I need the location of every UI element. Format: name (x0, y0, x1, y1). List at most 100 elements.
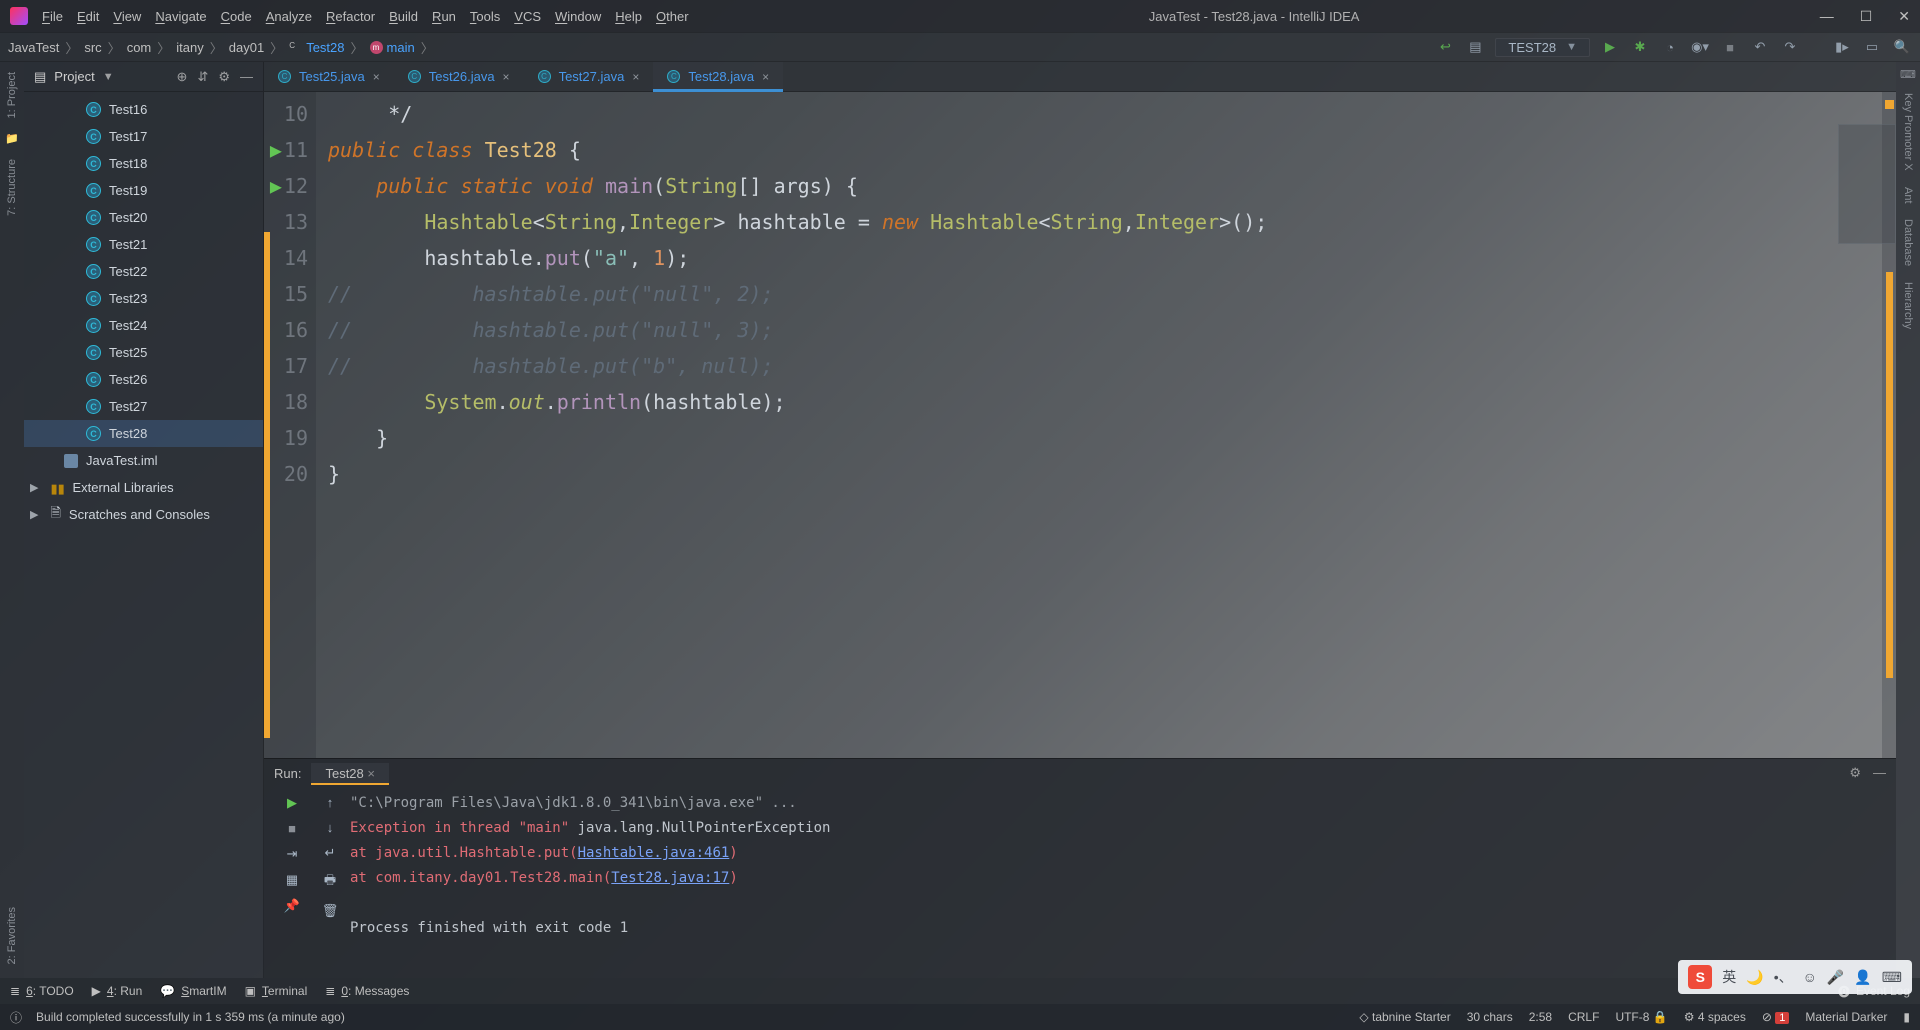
expander-icon[interactable]: ▶ (30, 508, 38, 521)
gutter-line[interactable]: 13 (268, 204, 308, 240)
gutter-line[interactable]: 18 (268, 384, 308, 420)
run-settings-icon[interactable]: ⚙ (1849, 765, 1861, 781)
close-tab-icon[interactable]: × (503, 70, 510, 84)
gutter-line[interactable]: 10 (268, 96, 308, 132)
tree-item[interactable]: CTest27 (24, 393, 263, 420)
breadcrumb-item[interactable]: src (84, 40, 101, 55)
status-position[interactable]: 2:58 (1529, 1010, 1552, 1024)
status-theme[interactable]: Material Darker (1805, 1010, 1887, 1024)
run-toolbar-left[interactable]: ▶ ■ ⇥ ▦ 📌 (264, 787, 320, 978)
tree-item[interactable]: CTest23 (24, 285, 263, 312)
status-memory-icon[interactable]: ▮ (1903, 1010, 1910, 1024)
bottom-tool-button[interactable]: ▶4: Run (92, 984, 143, 998)
code-line[interactable]: Hashtable<String,Integer> hashtable = ne… (328, 204, 1896, 240)
gear-icon[interactable]: ⚙ (218, 69, 230, 85)
trash-icon[interactable]: 🗑 (322, 903, 339, 919)
warning-mark-icon[interactable] (1885, 100, 1894, 109)
print-icon[interactable]: 🖶 (324, 871, 336, 893)
status-eol[interactable]: CRLF (1568, 1010, 1599, 1024)
run-hide-icon[interactable]: — (1873, 765, 1886, 781)
console-line[interactable]: "C:\Program Files\Java\jdk1.8.0_341\bin\… (350, 791, 1886, 816)
stop-run-icon[interactable]: ■ (288, 821, 296, 836)
down-icon[interactable]: ↓ (327, 820, 334, 835)
menu-refactor[interactable]: Refactor (326, 9, 375, 24)
ime-dot-icon[interactable]: •、 (1774, 967, 1793, 987)
bottom-tool-button[interactable]: ≣6: TODO (10, 984, 74, 998)
menu-file[interactable]: File (42, 9, 63, 24)
tree-item[interactable]: JavaTest.iml (24, 447, 263, 474)
code-content[interactable]: */public class Test28 { public static vo… (316, 92, 1896, 758)
status-encoding[interactable]: UTF-8 🔒 (1615, 1010, 1667, 1024)
gutter[interactable]: 10▶11▶121314151617181920 (264, 92, 316, 758)
code-line[interactable]: // hashtable.put("null", 3); (328, 312, 1896, 348)
tabnine-widget[interactable]: ◇ tabnine Starter (1359, 1010, 1450, 1024)
ime-mic-icon[interactable]: 🎤 (1827, 969, 1844, 986)
close-tab-icon[interactable]: × (367, 766, 375, 781)
tree-item[interactable]: CTest26 (24, 366, 263, 393)
tool-favorites[interactable]: 2: Favorites (6, 903, 18, 968)
ime-keyboard-icon[interactable]: ⌨ (1882, 969, 1902, 986)
menu-build[interactable]: Build (389, 9, 418, 24)
tree-item[interactable]: CTest19 (24, 177, 263, 204)
expander-icon[interactable]: ▶ (30, 481, 38, 494)
tree-item[interactable]: ▶🗎Scratches and Consoles (24, 501, 263, 528)
close-tab-icon[interactable]: × (632, 70, 639, 84)
bottom-tool-strip[interactable]: ≣6: TODO▶4: Run💬SmartIM▣Terminal≣0: Mess… (0, 978, 1920, 1004)
run-icon[interactable]: ▶ (1600, 37, 1620, 57)
ime-face-icon[interactable]: ☺ (1803, 969, 1817, 985)
status-info-icon[interactable]: ⓘ (10, 1009, 22, 1026)
up-icon[interactable]: ↑ (327, 795, 334, 810)
ime-toolbar[interactable]: S 英 🌙 •、 ☺ 🎤 👤 ⌨ (1678, 960, 1912, 994)
gutter-line[interactable]: 20 (268, 456, 308, 492)
profile-icon[interactable]: ◉▾ (1690, 37, 1710, 57)
tree-item[interactable]: CTest22 (24, 258, 263, 285)
code-editor[interactable]: 10▶11▶121314151617181920 */public class … (264, 92, 1896, 758)
flag-icon[interactable]: ▮▸ (1832, 37, 1852, 57)
menu-navigate[interactable]: Navigate (155, 9, 206, 24)
run-config-selector[interactable]: TEST28 ▼ (1495, 38, 1590, 57)
exit-icon[interactable]: ⇥ (287, 846, 298, 862)
bottom-tool-button[interactable]: 💬SmartIM (160, 984, 226, 998)
tool-project[interactable]: 1: Project (6, 68, 18, 122)
gutter-line[interactable]: 16 (268, 312, 308, 348)
status-indent[interactable]: ⚙ 4 spaces (1684, 1010, 1746, 1024)
menu-view[interactable]: View (113, 9, 141, 24)
breadcrumb-item[interactable]: JavaTest (8, 40, 59, 55)
code-line[interactable]: */ (328, 96, 1896, 132)
tree-item[interactable]: CTest25 (24, 339, 263, 366)
locate-icon[interactable]: ⊕ (177, 69, 188, 85)
hide-icon[interactable]: — (240, 69, 253, 85)
folder-icon[interactable]: 📁 (5, 132, 19, 145)
module-icon[interactable]: ▤ (1465, 37, 1485, 57)
editor-tabs[interactable]: CTest25.java×CTest26.java×CTest27.java×C… (264, 62, 1896, 92)
coverage-icon[interactable]: ◔ (1660, 37, 1680, 57)
back-icon[interactable]: ↶ (1750, 37, 1770, 57)
console-line[interactable]: at com.itany.day01.Test28.main(Test28.ja… (350, 866, 1886, 891)
tree-item[interactable]: CTest16 (24, 96, 263, 123)
tool-ant[interactable]: Ant (1902, 183, 1914, 208)
code-line[interactable]: public static void main(String[] args) { (328, 168, 1896, 204)
tree-item[interactable]: CTest24 (24, 312, 263, 339)
layout-icon[interactable]: ▭ (1862, 37, 1882, 57)
ime-moon-icon[interactable]: 🌙 (1746, 969, 1763, 986)
bottom-tool-button[interactable]: ▣Terminal (245, 984, 308, 998)
code-line[interactable]: } (328, 456, 1896, 492)
status-errors[interactable]: ⊘ 1 (1762, 1010, 1790, 1024)
code-line[interactable]: // hashtable.put("null", 2); (328, 276, 1896, 312)
tree-item[interactable]: CTest20 (24, 204, 263, 231)
project-tree[interactable]: CTest16CTest17CTest18CTest19CTest20CTest… (24, 92, 263, 978)
breadcrumb[interactable]: JavaTest〉src〉com〉itany〉day01〉C Test28〉m … (8, 38, 434, 57)
console-line[interactable]: Process finished with exit code 1 (350, 916, 1886, 941)
ime-lang[interactable]: 英 (1722, 967, 1736, 987)
collapse-icon[interactable]: ⇵ (197, 69, 208, 85)
gutter-line[interactable]: 17 (268, 348, 308, 384)
console-line[interactable] (350, 891, 1886, 916)
close-icon[interactable]: ✕ (1898, 8, 1910, 25)
run-tab[interactable]: Test28 × (311, 763, 389, 784)
editor-tab[interactable]: CTest25.java× (264, 62, 394, 91)
wrap-icon[interactable]: ↵ (325, 845, 336, 861)
tree-item[interactable]: CTest21 (24, 231, 263, 258)
code-line[interactable]: hashtable.put("a", 1); (328, 240, 1896, 276)
menu-help[interactable]: Help (615, 9, 642, 24)
editor-tab[interactable]: CTest26.java× (394, 62, 524, 91)
